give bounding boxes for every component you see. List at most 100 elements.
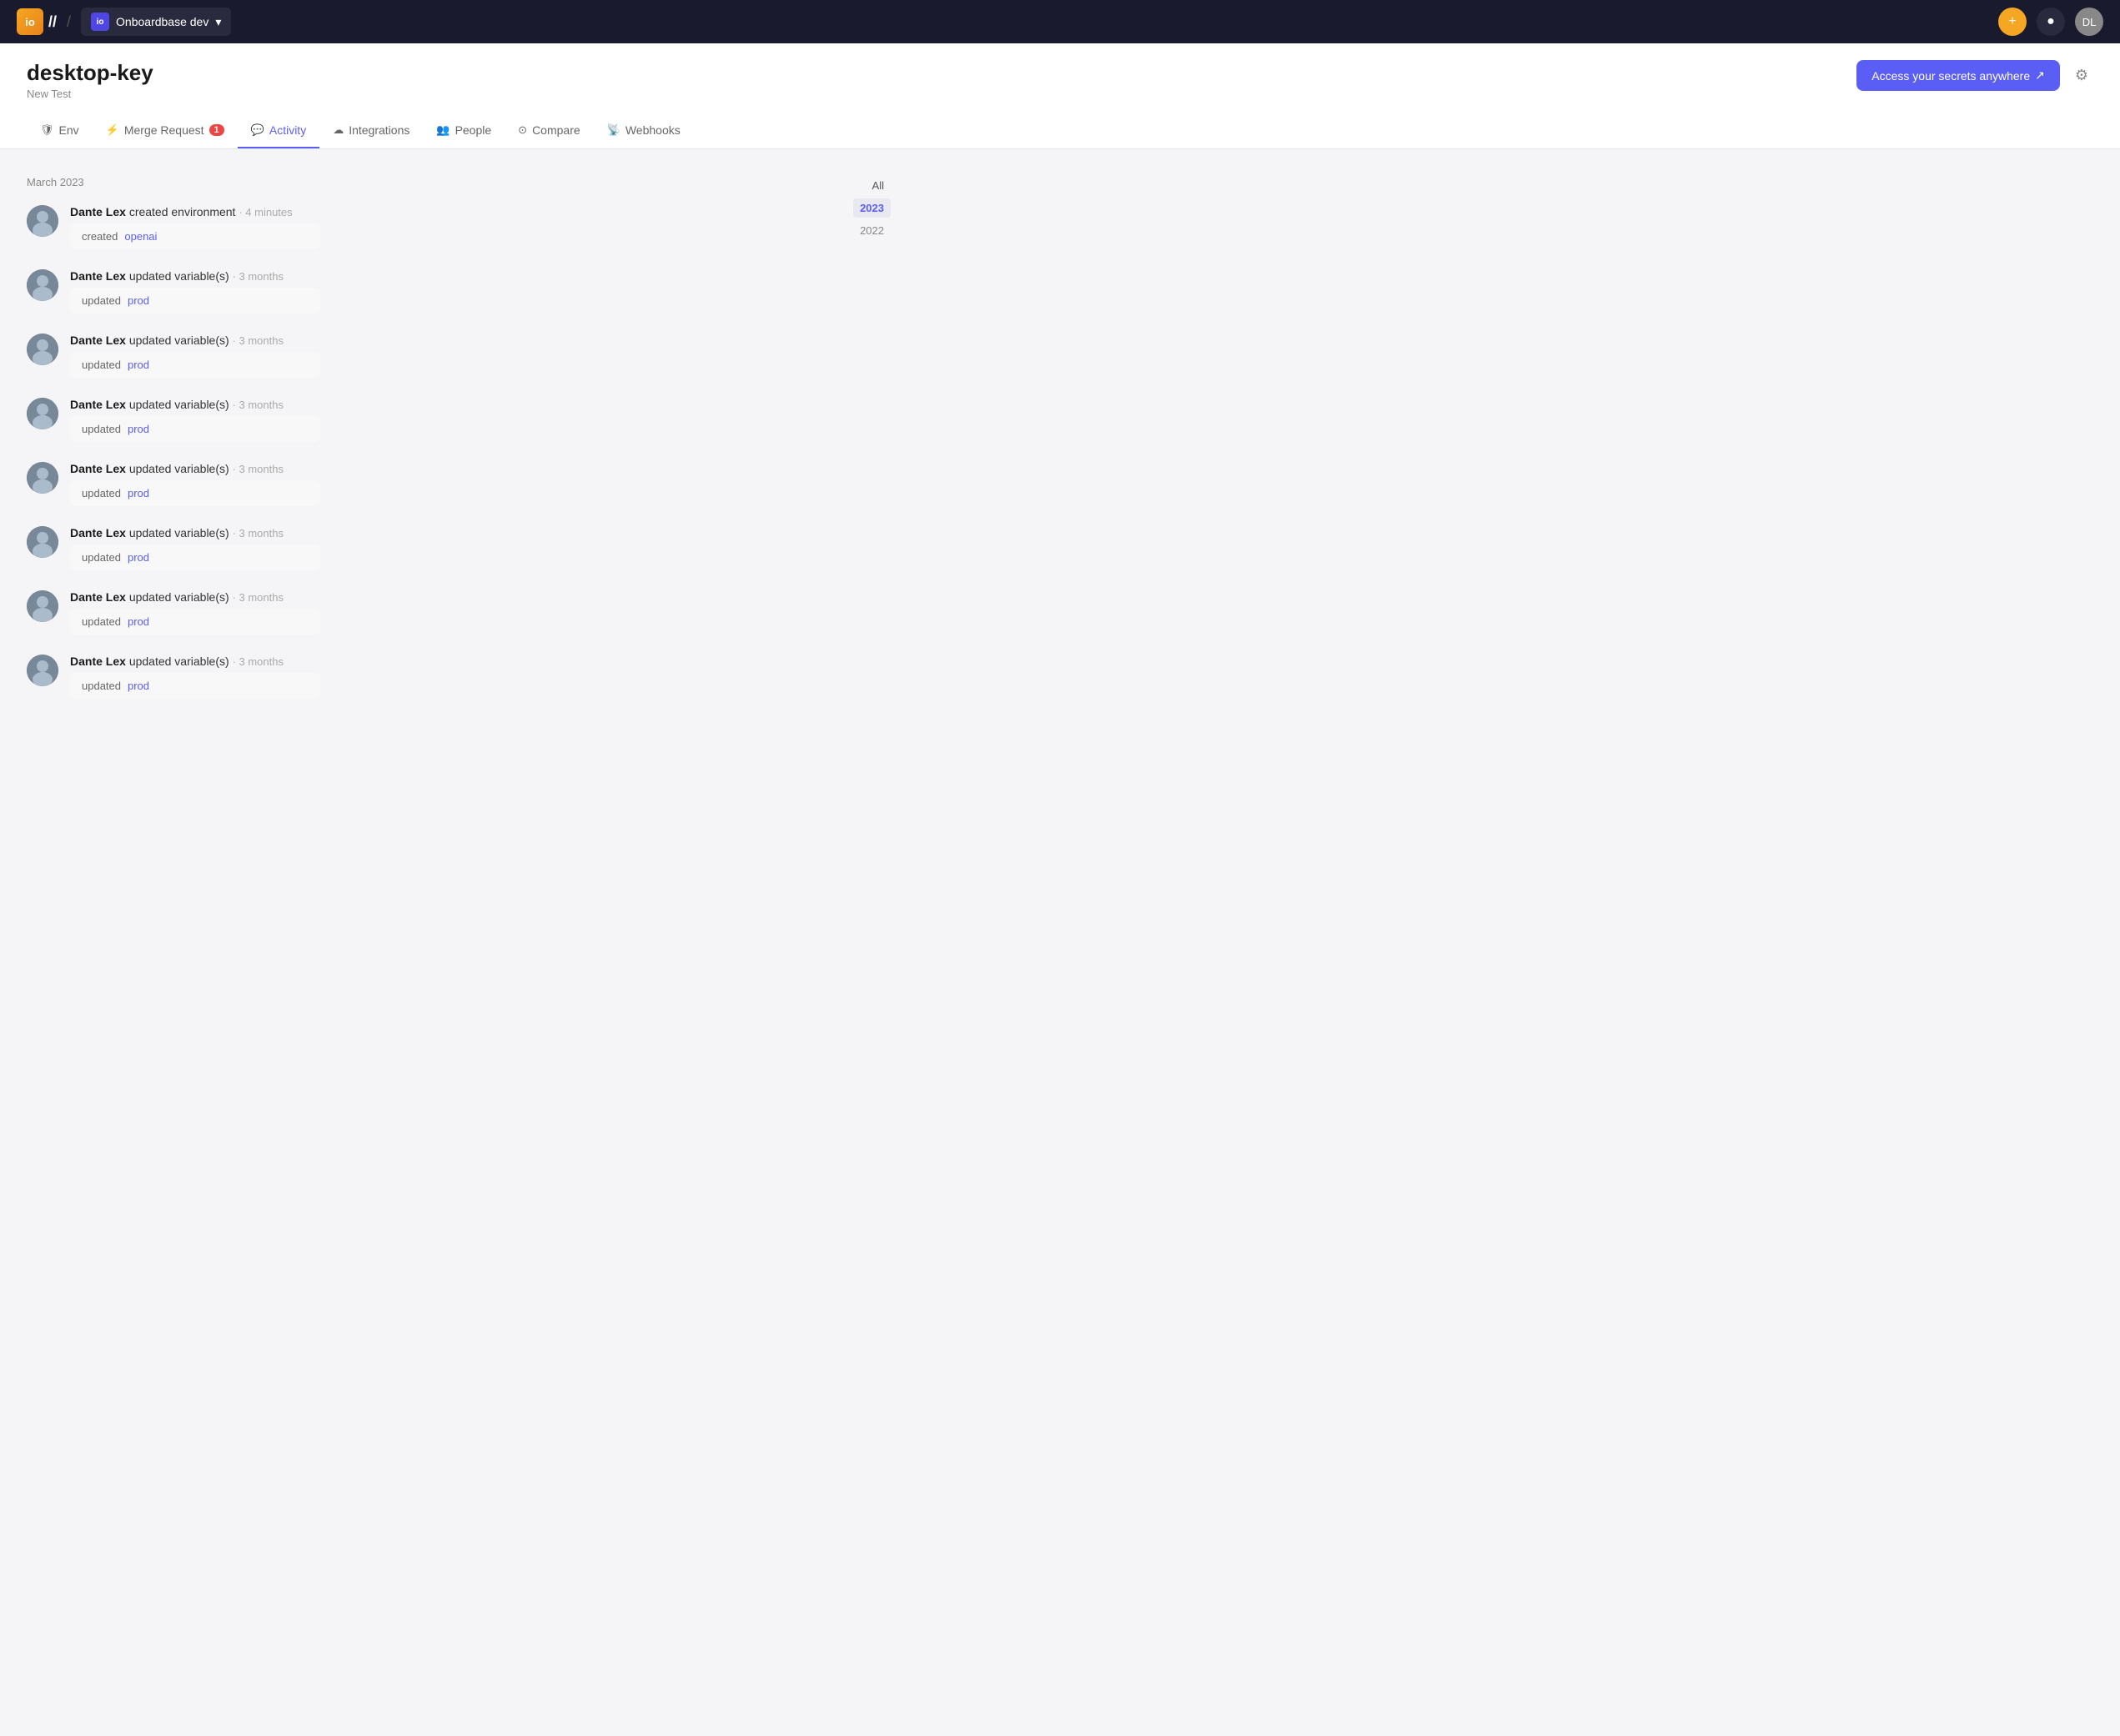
activity-detail-tag[interactable]: prod xyxy=(128,294,149,307)
user-avatar-img xyxy=(27,205,58,237)
activity-items: Dante Lex created environment · 4 minute… xyxy=(27,205,804,699)
user-avatar-img xyxy=(27,526,58,558)
activity-action: updated variable(s) xyxy=(129,334,229,347)
topnav-right-actions: + ● DL xyxy=(1998,8,2103,36)
settings-button[interactable]: ⚙ xyxy=(2070,62,2093,89)
activity-main-text: Dante Lex updated variable(s) · 3 months xyxy=(70,334,804,347)
help-button[interactable]: ● xyxy=(2037,8,2065,36)
tab-webhooks[interactable]: 📡 Webhooks xyxy=(594,113,694,148)
activity-detail-prefix: updated xyxy=(82,359,121,371)
tab-label-activity: Activity xyxy=(269,123,306,137)
activity-detail: updated prod xyxy=(70,544,320,570)
year-filter-sidebar: All 2023 2022 xyxy=(824,176,891,719)
tab-people[interactable]: 👥 People xyxy=(423,113,505,148)
tab-icon-webhooks: 📡 xyxy=(607,123,620,137)
page-title-group: desktop-key New Test xyxy=(27,60,153,100)
activity-avatar xyxy=(27,269,58,301)
activity-time: · 3 months xyxy=(233,591,284,604)
tab-icon-people: 👥 xyxy=(436,123,450,137)
add-button[interactable]: + xyxy=(1998,8,2027,36)
page-title: desktop-key xyxy=(27,60,153,86)
activity-user: Dante Lex xyxy=(70,526,126,539)
user-avatar-img xyxy=(27,398,58,429)
year-filter-2023[interactable]: 2023 xyxy=(853,198,891,218)
tab-label-merge-request: Merge Request xyxy=(124,123,204,137)
activity-detail-tag[interactable]: prod xyxy=(128,615,149,628)
tab-activity[interactable]: 💬 Activity xyxy=(238,113,320,148)
chevron-down-icon: ▾ xyxy=(215,15,221,29)
tab-compare[interactable]: ⊙ Compare xyxy=(505,113,594,148)
activity-detail-prefix: updated xyxy=(82,680,121,692)
activity-detail-tag[interactable]: prod xyxy=(128,423,149,435)
page-header: desktop-key New Test Access your secrets… xyxy=(0,43,2120,149)
year-filter-all[interactable]: All xyxy=(866,176,891,195)
activity-content: Dante Lex updated variable(s) · 3 months… xyxy=(70,526,804,570)
tab-merge-request[interactable]: ⚡ Merge Request1 xyxy=(93,113,238,148)
activity-detail-tag[interactable]: prod xyxy=(128,551,149,564)
activity-avatar xyxy=(27,655,58,686)
activity-item: Dante Lex created environment · 4 minute… xyxy=(27,205,804,249)
tab-label-webhooks: Webhooks xyxy=(625,123,681,137)
activity-detail: updated prod xyxy=(70,480,320,506)
activity-time: · 3 months xyxy=(233,270,284,283)
activity-main-text: Dante Lex updated variable(s) · 3 months xyxy=(70,398,804,411)
access-secrets-button[interactable]: Access your secrets anywhere ↗ xyxy=(1856,60,2060,91)
activity-content: Dante Lex updated variable(s) · 3 months… xyxy=(70,462,804,506)
activity-detail: updated prod xyxy=(70,288,320,314)
activity-list: March 2023 Dante Lex created environment… xyxy=(27,176,804,719)
help-icon: ● xyxy=(2047,14,2055,29)
activity-user: Dante Lex xyxy=(70,334,126,347)
tab-badge-merge-request: 1 xyxy=(209,124,224,136)
activity-detail-tag[interactable]: prod xyxy=(128,359,149,371)
activity-item: Dante Lex updated variable(s) · 3 months… xyxy=(27,462,804,506)
user-avatar-img xyxy=(27,590,58,622)
workspace-selector[interactable]: io Onboardbase dev ▾ xyxy=(81,8,231,36)
activity-detail-prefix: updated xyxy=(82,551,121,564)
activity-avatar xyxy=(27,526,58,558)
activity-detail-prefix: created xyxy=(82,230,118,243)
year-filter: All 2023 2022 xyxy=(824,176,891,240)
avatar[interactable]: DL xyxy=(2075,8,2103,36)
activity-item: Dante Lex updated variable(s) · 3 months… xyxy=(27,590,804,635)
activity-action: updated variable(s) xyxy=(129,398,229,411)
page-header-top: desktop-key New Test Access your secrets… xyxy=(27,60,2093,100)
tab-bar: 🛡 Env⚡ Merge Request1💬 Activity☁ Integra… xyxy=(27,113,2093,148)
nav-separator: / xyxy=(67,13,71,31)
activity-user: Dante Lex xyxy=(70,590,126,604)
activity-time: · 3 months xyxy=(233,463,284,475)
logo[interactable]: io // xyxy=(17,8,57,35)
top-navigation: io // / io Onboardbase dev ▾ + ● DL xyxy=(0,0,2120,43)
workspace-icon: io xyxy=(91,13,109,31)
year-filter-2022[interactable]: 2022 xyxy=(853,221,891,240)
activity-main-text: Dante Lex updated variable(s) · 3 months xyxy=(70,655,804,668)
activity-item: Dante Lex updated variable(s) · 3 months… xyxy=(27,269,804,314)
activity-detail-tag[interactable]: prod xyxy=(128,680,149,692)
activity-detail-tag[interactable]: prod xyxy=(128,487,149,499)
activity-action: updated variable(s) xyxy=(129,655,229,668)
activity-detail: updated prod xyxy=(70,352,320,378)
tab-icon-integrations: ☁ xyxy=(333,123,344,137)
logo-text: // xyxy=(48,13,57,31)
gear-icon: ⚙ xyxy=(2075,67,2088,83)
activity-content: Dante Lex updated variable(s) · 3 months… xyxy=(70,334,804,378)
activity-user: Dante Lex xyxy=(70,462,126,475)
activity-detail: updated prod xyxy=(70,673,320,699)
user-avatar-img xyxy=(27,462,58,494)
activity-time: · 4 minutes xyxy=(239,206,292,218)
activity-detail-tag[interactable]: openai xyxy=(124,230,157,243)
tab-env[interactable]: 🛡 Env xyxy=(27,113,93,148)
logo-icon: io xyxy=(17,8,43,35)
activity-detail: updated prod xyxy=(70,609,320,635)
month-header: March 2023 xyxy=(27,176,804,188)
tab-icon-compare: ⊙ xyxy=(518,123,527,137)
tab-integrations[interactable]: ☁ Integrations xyxy=(319,113,423,148)
activity-main-text: Dante Lex created environment · 4 minute… xyxy=(70,205,804,218)
activity-avatar xyxy=(27,462,58,494)
tab-icon-env: 🛡 xyxy=(40,123,54,137)
activity-detail-prefix: updated xyxy=(82,423,121,435)
activity-item: Dante Lex updated variable(s) · 3 months… xyxy=(27,334,804,378)
activity-action: updated variable(s) xyxy=(129,526,229,539)
activity-avatar xyxy=(27,334,58,365)
tab-label-compare: Compare xyxy=(532,123,580,137)
tab-icon-activity: 💬 xyxy=(251,123,264,137)
